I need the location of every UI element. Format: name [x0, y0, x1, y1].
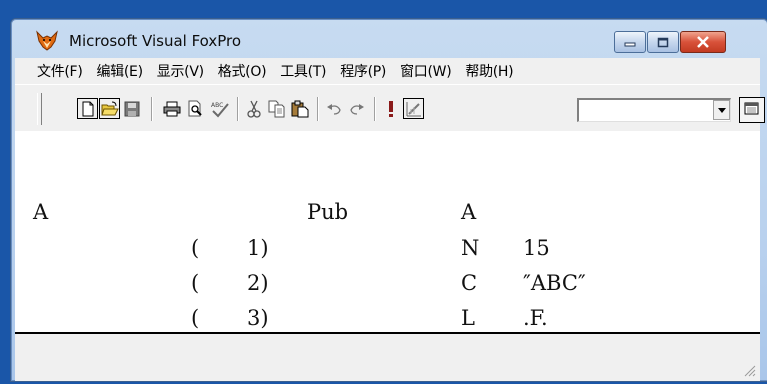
toolbar-separator	[237, 97, 239, 121]
menu-bar: 文件(F) 编辑(E) 显示(V) 格式(O) 工具(T) 程序(P) 窗口(W…	[15, 58, 760, 84]
output-text: L	[461, 306, 475, 330]
svg-text:ABC: ABC	[211, 102, 223, 109]
cut-button[interactable]	[243, 98, 264, 119]
close-icon	[697, 36, 709, 48]
menu-edit[interactable]: 编辑(E)	[89, 61, 149, 81]
output-area[interactable]: A Pub A ( 1) N 15 ( 2) C ″ABC″ ( 3) L .F…	[15, 131, 760, 334]
copy-button[interactable]	[266, 98, 287, 119]
menu-help[interactable]: 帮助(H)	[458, 61, 520, 81]
menu-program[interactable]: 程序(P)	[333, 61, 393, 81]
save-button[interactable]	[121, 98, 142, 119]
redo-icon	[349, 103, 364, 115]
print-button[interactable]	[161, 98, 182, 119]
menu-window[interactable]: 窗口(W)	[393, 61, 458, 81]
foxpro-fox-icon	[35, 29, 59, 53]
toolbar-separator	[317, 97, 319, 121]
open-icon	[100, 101, 119, 115]
menu-format[interactable]: 格式(O)	[211, 61, 273, 81]
paste-button[interactable]	[289, 98, 310, 119]
minimize-icon	[624, 42, 636, 47]
cut-icon	[246, 100, 261, 118]
paste-icon	[291, 100, 308, 117]
output-text: A	[33, 200, 49, 224]
new-button[interactable]	[77, 98, 98, 119]
output-text: ″ABC″	[523, 271, 586, 295]
menu-file[interactable]: 文件(F)	[37, 61, 89, 81]
window-list-button[interactable]	[739, 97, 765, 123]
window-title: Microsoft Visual FoxPro	[69, 32, 242, 50]
output-text: (	[191, 271, 200, 295]
close-button[interactable]	[680, 31, 726, 53]
output-text: N	[461, 236, 480, 260]
combo-dropdown-button[interactable]	[713, 100, 730, 120]
spell-check-icon: ABC	[211, 102, 229, 117]
status-bar	[15, 334, 760, 381]
print-preview-button[interactable]	[185, 98, 206, 119]
print-icon	[163, 101, 180, 116]
toolbar-separator	[151, 97, 153, 121]
output-text: 2)	[247, 271, 269, 295]
minimize-button[interactable]	[614, 31, 646, 53]
toolbar-grip[interactable]	[37, 93, 42, 125]
toolbar-separator	[374, 97, 376, 121]
run-button[interactable]	[380, 98, 401, 119]
output-text: 3)	[247, 306, 269, 330]
output-text: (	[191, 306, 200, 330]
standard-toolbar: ABC	[15, 84, 765, 132]
new-icon	[82, 101, 93, 116]
menu-view[interactable]: 显示(V)	[150, 61, 211, 81]
spell-check-button[interactable]: ABC	[209, 98, 230, 119]
output-text: C	[461, 271, 478, 295]
chevron-down-icon	[717, 107, 726, 113]
title-bar[interactable]: Microsoft Visual FoxPro	[11, 19, 767, 57]
print-preview-icon	[188, 100, 202, 117]
modify-form-button[interactable]	[403, 98, 424, 119]
resize-grip-icon[interactable]	[742, 363, 756, 377]
output-text: (	[191, 236, 200, 260]
save-icon	[124, 101, 139, 116]
menu-tools[interactable]: 工具(T)	[273, 61, 333, 81]
undo-icon	[326, 103, 341, 115]
maximize-button[interactable]	[647, 31, 679, 53]
undo-button[interactable]	[323, 98, 344, 119]
toolbar-combo-box[interactable]	[577, 98, 731, 122]
output-text: 15	[523, 236, 550, 260]
redo-button[interactable]	[346, 98, 367, 119]
copy-icon	[268, 100, 284, 117]
run-icon	[388, 100, 393, 117]
output-text: .F.	[523, 306, 548, 330]
application-window: Microsoft Visual FoxPro 文件(F) 编辑(E) 显示(V…	[10, 18, 767, 382]
maximize-icon	[657, 37, 669, 47]
window-list-icon	[744, 102, 759, 115]
output-text: 1)	[247, 236, 269, 260]
open-button[interactable]	[99, 98, 120, 119]
modify-form-icon	[406, 101, 421, 116]
output-text: A	[461, 200, 477, 224]
output-text: Pub	[307, 200, 349, 224]
